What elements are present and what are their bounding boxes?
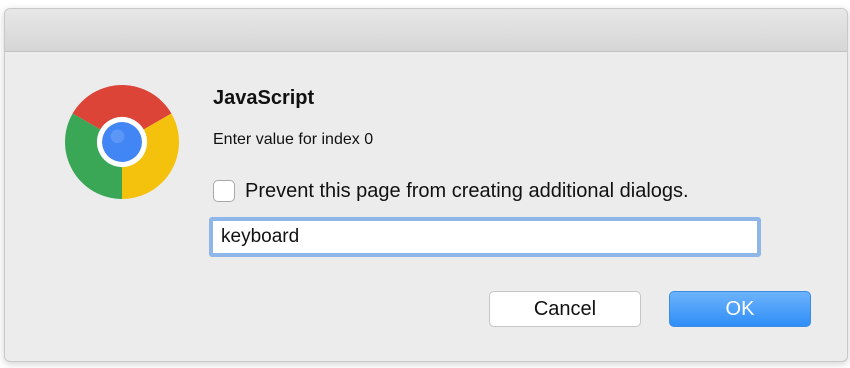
window-titlebar — [5, 9, 847, 52]
cancel-button[interactable]: Cancel — [489, 291, 641, 327]
prevent-dialogs-option[interactable]: Prevent this page from creating addition… — [213, 177, 689, 205]
prompt-value-input[interactable] — [209, 217, 761, 257]
prevent-dialogs-label: Prevent this page from creating addition… — [245, 179, 689, 202]
ok-button[interactable]: OK — [669, 291, 811, 327]
prevent-dialogs-checkbox[interactable] — [213, 180, 235, 202]
chrome-logo-icon — [65, 85, 179, 199]
javascript-prompt-dialog: JavaScript Enter value for index 0 Preve… — [4, 8, 848, 362]
dialog-title: JavaScript — [213, 87, 315, 109]
screen: JavaScript Enter value for index 0 Preve… — [0, 0, 850, 368]
dialog-message: Enter value for index 0 — [213, 131, 374, 148]
